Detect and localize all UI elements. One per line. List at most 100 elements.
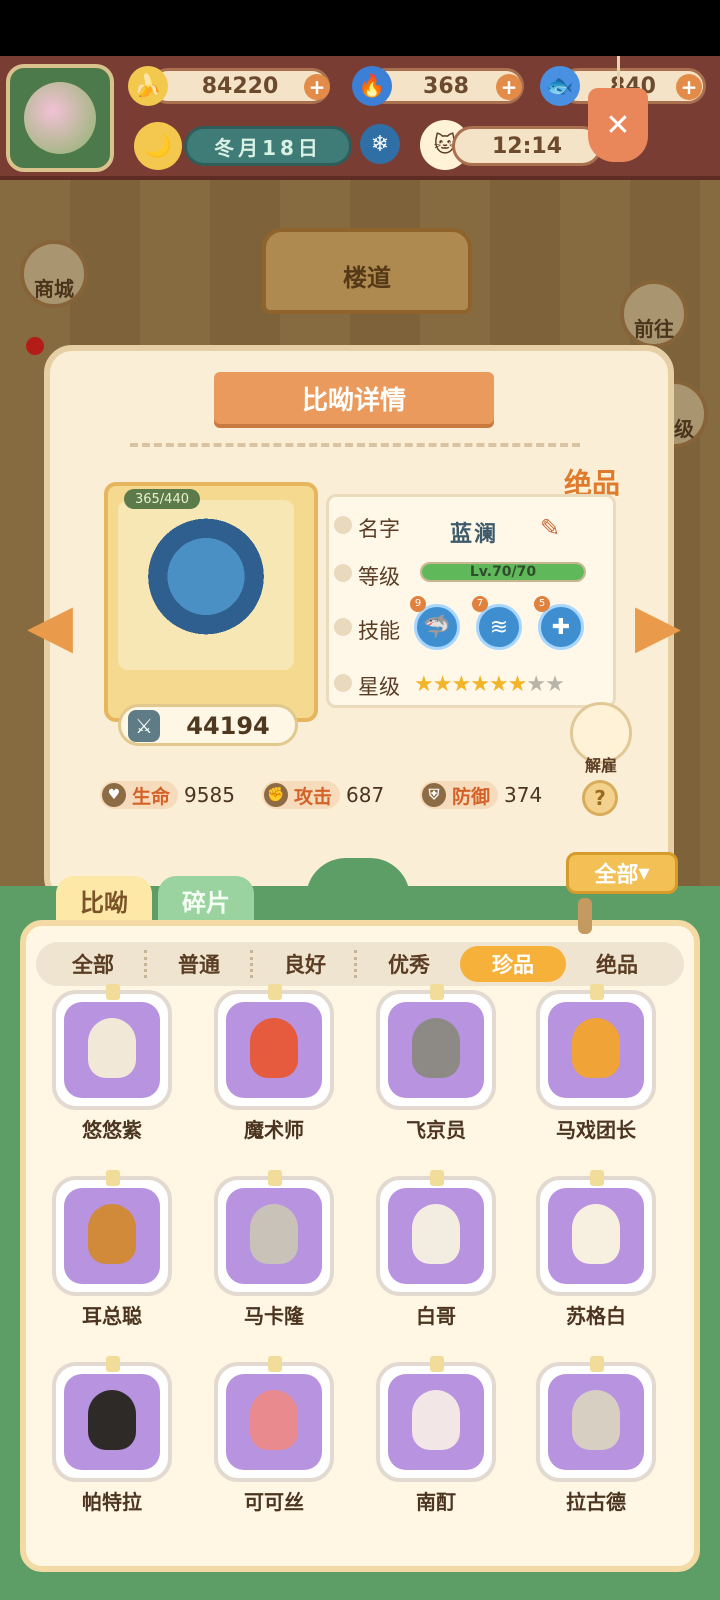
character-portrait bbox=[226, 1188, 322, 1284]
defense-chip: ⛨ 防御 bbox=[420, 781, 499, 809]
attack-chip: ✊ 攻击 bbox=[262, 781, 341, 809]
flame-icon: 🔥 bbox=[352, 66, 392, 106]
character-tile[interactable] bbox=[52, 984, 172, 1110]
rarity-separator bbox=[144, 950, 147, 978]
add-fish-button[interactable]: + bbox=[676, 74, 702, 100]
cat-face-icon bbox=[250, 1204, 298, 1264]
name-label: 名字 bbox=[358, 517, 400, 541]
character-tile[interactable] bbox=[52, 1170, 172, 1296]
tab-biyo[interactable]: 比呦 bbox=[56, 876, 152, 924]
rarity-filter-0[interactable]: 全部 bbox=[40, 942, 146, 986]
add-banana-button[interactable]: + bbox=[304, 74, 330, 100]
add-flame-button[interactable]: + bbox=[496, 74, 522, 100]
stat-defense: ⛨ 防御 374 bbox=[420, 780, 542, 810]
clip-decoration bbox=[268, 1356, 282, 1372]
hp-value: 9585 bbox=[184, 783, 235, 807]
banana-value: 84220 bbox=[201, 73, 279, 99]
rarity-separator bbox=[354, 950, 357, 978]
character-name-label: 耳总聪 bbox=[82, 1304, 142, 1328]
tag-string bbox=[617, 56, 620, 90]
chevron-down-icon: ▾ bbox=[638, 860, 650, 886]
clip-decoration bbox=[590, 1356, 604, 1372]
fish-icon: 🐟 bbox=[540, 66, 580, 106]
character-tile[interactable] bbox=[536, 1170, 656, 1296]
character-name-label: 白哥 bbox=[416, 1304, 456, 1328]
skill-label: 技能 bbox=[358, 619, 400, 643]
cat-face-icon bbox=[250, 1018, 298, 1078]
star-filled-icon: ★ bbox=[414, 672, 434, 697]
character-portrait[interactable] bbox=[118, 500, 294, 670]
character-name-label: 苏格白 bbox=[566, 1304, 626, 1328]
character-tile[interactable] bbox=[52, 1356, 172, 1482]
star-rating: ★★★★★★★★ bbox=[414, 672, 565, 697]
rarity-filter-1[interactable]: 普通 bbox=[146, 942, 252, 986]
star-filled-icon: ★ bbox=[432, 672, 453, 697]
character-tile[interactable] bbox=[214, 984, 334, 1110]
cat-face-icon bbox=[412, 1018, 460, 1078]
close-icon[interactable]: ✕ bbox=[588, 88, 648, 162]
stat-attack: ✊ 攻击 687 bbox=[262, 780, 384, 810]
clip-decoration bbox=[106, 1356, 120, 1372]
tab-fragments[interactable]: 碎片 bbox=[158, 876, 254, 924]
character-portrait bbox=[226, 1002, 322, 1098]
character-portrait bbox=[548, 1374, 644, 1470]
cat-face-icon bbox=[88, 1018, 136, 1078]
clip-decoration bbox=[590, 984, 604, 1000]
calendar-date: 冬月18日 bbox=[184, 126, 352, 166]
next-arrow-icon[interactable]: ▶ bbox=[628, 592, 688, 660]
paw-icon bbox=[334, 618, 352, 636]
game-screen: 楼道 商城 前往 等级 84220 🍌 + 368 🔥 + 840 🐟 + 🌙 … bbox=[0, 0, 720, 1600]
character-tile[interactable] bbox=[214, 1170, 334, 1296]
cat-face-icon bbox=[412, 1390, 460, 1450]
character-name-label: 拉古德 bbox=[566, 1490, 626, 1514]
character-tile[interactable] bbox=[376, 984, 496, 1110]
status-bar bbox=[0, 0, 720, 56]
clip-decoration bbox=[268, 1170, 282, 1186]
cat-face-icon bbox=[88, 1204, 136, 1264]
character-tile[interactable] bbox=[214, 1356, 334, 1482]
date-text: 冬月18日 bbox=[214, 135, 322, 160]
crossed-swords-icon: ⚔ bbox=[128, 710, 160, 742]
level-label: 等级 bbox=[358, 565, 400, 589]
character-name-label: 飞京员 bbox=[406, 1118, 466, 1142]
character-tile[interactable] bbox=[536, 1356, 656, 1482]
rarity-filter-5[interactable]: 绝品 bbox=[564, 942, 670, 986]
filter-dropdown[interactable]: 全部 ▾ bbox=[566, 852, 678, 894]
character-name: 蓝澜 bbox=[450, 522, 499, 547]
character-portrait bbox=[64, 1188, 160, 1284]
prev-arrow-icon[interactable]: ◀ bbox=[20, 592, 80, 660]
star-empty-icon: ★ bbox=[545, 672, 565, 697]
rarity-filter-3[interactable]: 优秀 bbox=[356, 942, 462, 986]
pencil-icon[interactable]: ✎ bbox=[540, 514, 566, 542]
paw-attack-icon: ✊ bbox=[264, 783, 288, 807]
player-avatar[interactable] bbox=[6, 64, 114, 172]
star-label: 星级 bbox=[358, 675, 400, 699]
defense-value: 374 bbox=[504, 783, 543, 807]
star-empty-icon: ★ bbox=[526, 672, 546, 697]
skill-1-level: 9 bbox=[410, 596, 426, 612]
clip-decoration bbox=[430, 1356, 444, 1372]
rarity-filter-2[interactable]: 良好 bbox=[252, 942, 358, 986]
level-text: Lv.70/70 bbox=[469, 564, 537, 580]
modal-title-text: 比呦详情 bbox=[301, 385, 406, 416]
clock-text: 12:14 bbox=[491, 133, 563, 159]
character-tile[interactable] bbox=[376, 1170, 496, 1296]
clip-decoration bbox=[590, 1170, 604, 1186]
affection-badge: 365/440 bbox=[124, 489, 200, 509]
heart-icon: ♥ bbox=[102, 783, 126, 807]
character-name-label: 魔术师 bbox=[244, 1118, 304, 1142]
snowflake-icon: ❄ bbox=[360, 124, 400, 164]
hp-chip: ♥ 生命 bbox=[100, 781, 179, 809]
pin-decoration bbox=[578, 898, 592, 934]
character-portrait bbox=[388, 1188, 484, 1284]
filter-label: 全部 bbox=[594, 863, 639, 888]
clip-decoration bbox=[106, 984, 120, 1000]
flame-value: 368 bbox=[423, 73, 469, 99]
help-button[interactable]: ? bbox=[582, 780, 618, 816]
banana-icon: 🍌 bbox=[128, 66, 168, 106]
attack-label: 攻击 bbox=[294, 785, 333, 808]
star-filled-icon: ★ bbox=[470, 672, 490, 697]
character-tile[interactable] bbox=[376, 1356, 496, 1482]
rarity-filter-4[interactable]: 珍品 bbox=[460, 946, 566, 982]
character-tile[interactable] bbox=[536, 984, 656, 1110]
